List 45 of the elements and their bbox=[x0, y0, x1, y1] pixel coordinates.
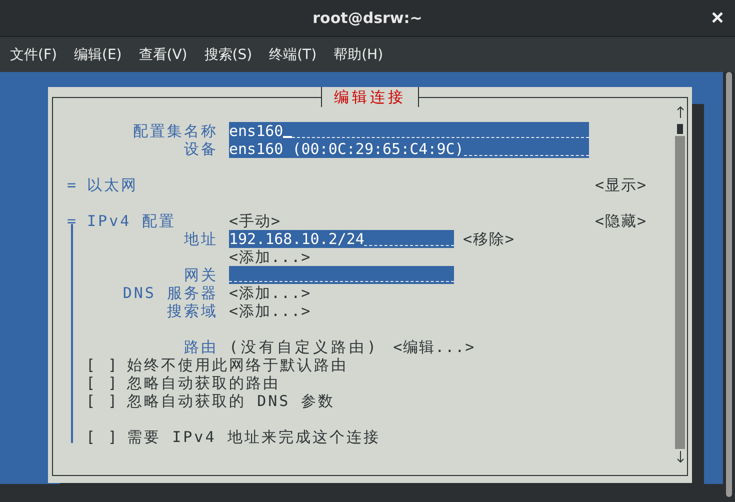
checkbox[interactable]: [ ] bbox=[86, 356, 120, 374]
checkbox-label: 忽略自动获取的路由 bbox=[127, 374, 280, 392]
terminal-scrollbar[interactable] bbox=[726, 72, 732, 497]
toggle-button[interactable]: <显示> bbox=[594, 176, 647, 194]
field-label: 网关 bbox=[184, 266, 218, 284]
menu-item[interactable]: 编辑(E) bbox=[68, 46, 128, 64]
checkbox-label: 需要 IPv4 地址来完成这个连接 bbox=[127, 428, 380, 446]
section-marker: = bbox=[67, 176, 78, 194]
menu-item[interactable]: 搜索(S) bbox=[198, 46, 258, 64]
text-field[interactable]: ens160 (00:0C:29:65:C4:9C) bbox=[229, 140, 589, 158]
routes-value: (没有自定义路由) bbox=[229, 338, 380, 356]
add-button[interactable]: <添加...> bbox=[229, 248, 312, 266]
edit-button[interactable]: <编辑...> bbox=[393, 338, 476, 356]
field-label: 配置集名称 bbox=[133, 122, 218, 140]
field-label: 路由 bbox=[184, 338, 218, 356]
text-field[interactable]: 192.168.10.2/24 bbox=[229, 230, 454, 248]
field-label: 搜索域 bbox=[167, 302, 218, 320]
field-label: 设备 bbox=[184, 140, 218, 158]
checkbox[interactable]: [ ] bbox=[86, 428, 120, 446]
checkbox-label: 始终不使用此网络于默认路由 bbox=[127, 356, 348, 374]
add-button[interactable]: <添加...> bbox=[229, 302, 312, 320]
dialog-title: 编辑连接 bbox=[321, 87, 419, 107]
menu-item[interactable]: 查看(V) bbox=[132, 46, 194, 64]
window-title: root@dsrw:~ bbox=[312, 9, 422, 27]
checkbox[interactable]: [ ] bbox=[86, 374, 120, 392]
scrollbar-thumb[interactable] bbox=[677, 124, 683, 134]
add-button[interactable]: <添加...> bbox=[229, 284, 312, 302]
menu-item[interactable]: 终端(T) bbox=[263, 46, 323, 64]
section-title: 以太网 bbox=[87, 176, 138, 194]
text-field[interactable] bbox=[229, 266, 454, 284]
scroll-up-icon[interactable] bbox=[676, 106, 684, 118]
field-label: DNS 服务器 bbox=[122, 284, 218, 302]
text-field[interactable]: ens160 bbox=[229, 122, 589, 140]
section-title: IPv4 配置 bbox=[87, 212, 176, 230]
checkbox[interactable]: [ ] bbox=[86, 392, 120, 410]
checkbox-label: 忽略自动获取的 DNS 参数 bbox=[127, 392, 336, 410]
scroll-down-icon[interactable] bbox=[676, 451, 684, 463]
menu-item[interactable]: 帮助(H) bbox=[328, 46, 390, 64]
section-marker: = bbox=[67, 212, 78, 230]
close-icon[interactable] bbox=[712, 12, 723, 23]
toggle-button[interactable]: <隐藏> bbox=[594, 212, 647, 230]
field-label: 地址 bbox=[184, 230, 218, 248]
remove-button[interactable]: <移除> bbox=[463, 230, 516, 248]
method-dropdown[interactable]: <手动> bbox=[229, 212, 282, 230]
menu-item[interactable]: 文件(F) bbox=[4, 46, 63, 64]
